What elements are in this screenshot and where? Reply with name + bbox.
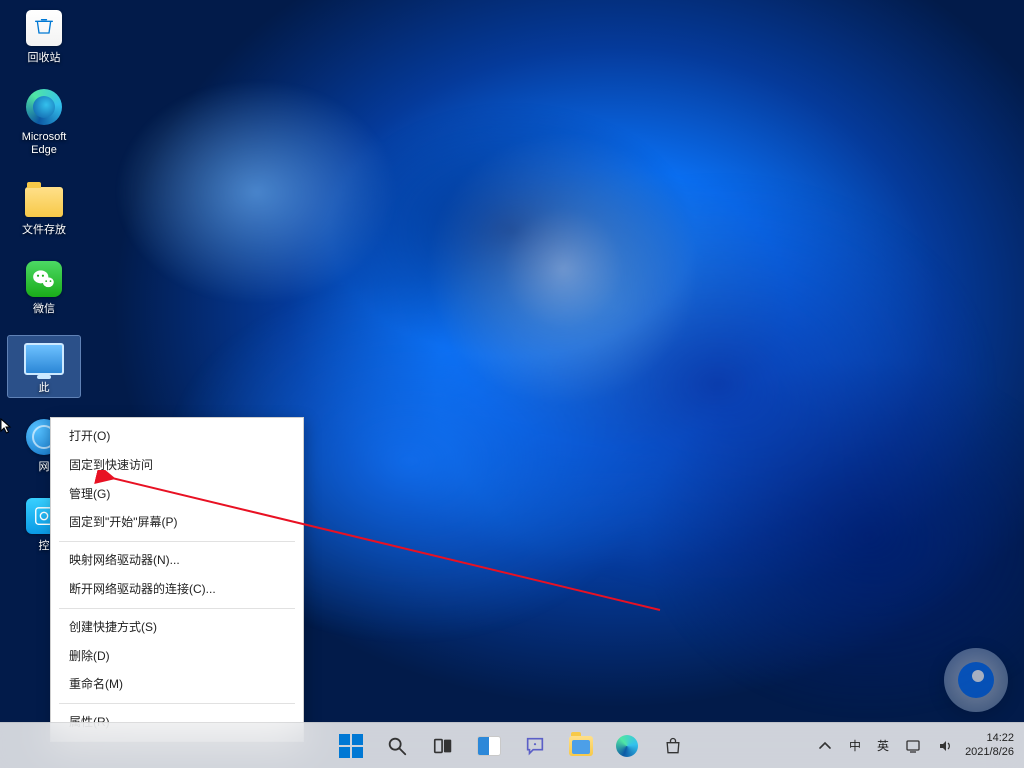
file-explorer-button[interactable] — [561, 726, 601, 766]
edge-icon — [616, 735, 638, 757]
context-item-manage[interactable]: 管理(G) — [51, 480, 303, 509]
icon-label: 文件存放 — [22, 224, 66, 237]
context-item-open[interactable]: 打开(O) — [51, 422, 303, 451]
context-item-pin-start[interactable]: 固定到"开始"屏幕(P) — [51, 508, 303, 537]
task-view-button[interactable] — [423, 726, 463, 766]
ime-indicator-zh[interactable]: 中 — [845, 735, 865, 756]
desktop-icon-this-pc[interactable]: 此 — [8, 336, 80, 397]
context-item-create-shortcut[interactable]: 创建快捷方式(S) — [51, 613, 303, 642]
chevron-up-icon — [817, 738, 833, 754]
network-tray-icon — [905, 738, 921, 754]
desktop-icon-recycle-bin[interactable]: 回收站 — [8, 6, 80, 67]
volume-icon — [937, 738, 953, 754]
taskbar-clock[interactable]: 14:22 2021/8/26 — [965, 732, 1018, 758]
store-button[interactable] — [653, 726, 693, 766]
context-separator — [59, 541, 295, 542]
search-button[interactable] — [377, 726, 417, 766]
start-button[interactable] — [331, 726, 371, 766]
icon-label: 控 — [39, 540, 50, 553]
context-item-delete[interactable]: 删除(D) — [51, 642, 303, 671]
icon-label: 回收站 — [28, 52, 61, 65]
clock-time: 14:22 — [986, 732, 1014, 745]
clock-date: 2021/8/26 — [965, 746, 1014, 759]
ime-indicator-en[interactable]: 英 — [873, 735, 893, 756]
desktop-icon-wechat[interactable]: 微信 — [8, 257, 80, 318]
taskbar-right: 中 英 14:22 2021/8/26 — [813, 723, 1018, 768]
context-item-disconnect-drive[interactable]: 断开网络驱动器的连接(C)... — [51, 575, 303, 604]
task-view-icon — [432, 735, 454, 757]
desktop-icon-edge[interactable]: Microsoft Edge — [8, 85, 80, 159]
this-pc-icon — [24, 338, 64, 378]
context-separator — [59, 703, 295, 704]
context-item-map-drive[interactable]: 映射网络驱动器(N)... — [51, 546, 303, 575]
icon-label: 微信 — [33, 303, 55, 316]
icon-label: 此 — [39, 382, 50, 395]
tray-network[interactable] — [901, 738, 925, 754]
tray-chevron[interactable] — [813, 738, 837, 754]
chat-button[interactable] — [515, 726, 555, 766]
widgets-icon — [477, 736, 501, 756]
context-separator — [59, 608, 295, 609]
icon-label: 网 — [39, 461, 50, 474]
edge-taskbar-button[interactable] — [607, 726, 647, 766]
tray-volume[interactable] — [933, 738, 957, 754]
edge-icon — [24, 87, 64, 127]
folder-icon — [24, 180, 64, 220]
search-icon — [386, 735, 408, 757]
watermark-logo — [944, 648, 1008, 712]
widgets-button[interactable] — [469, 726, 509, 766]
taskbar-center — [331, 726, 693, 766]
chat-icon — [524, 735, 546, 757]
desktop-icon-folder[interactable]: 文件存放 — [8, 178, 80, 239]
recycle-bin-icon — [24, 8, 64, 48]
store-icon — [663, 735, 683, 757]
windows-logo-icon — [339, 734, 363, 758]
file-explorer-icon — [569, 736, 593, 756]
taskbar: 中 英 14:22 2021/8/26 — [0, 722, 1024, 768]
context-item-pin-quick-access[interactable]: 固定到快速访问 — [51, 451, 303, 480]
context-item-rename[interactable]: 重命名(M) — [51, 670, 303, 699]
desktop[interactable]: 回收站 Microsoft Edge 文件存放 微信 此 网 — [0, 0, 1024, 768]
context-menu-this-pc: 打开(O) 固定到快速访问 管理(G) 固定到"开始"屏幕(P) 映射网络驱动器… — [50, 417, 304, 742]
wechat-icon — [24, 259, 64, 299]
icon-label: Microsoft Edge — [10, 131, 78, 157]
